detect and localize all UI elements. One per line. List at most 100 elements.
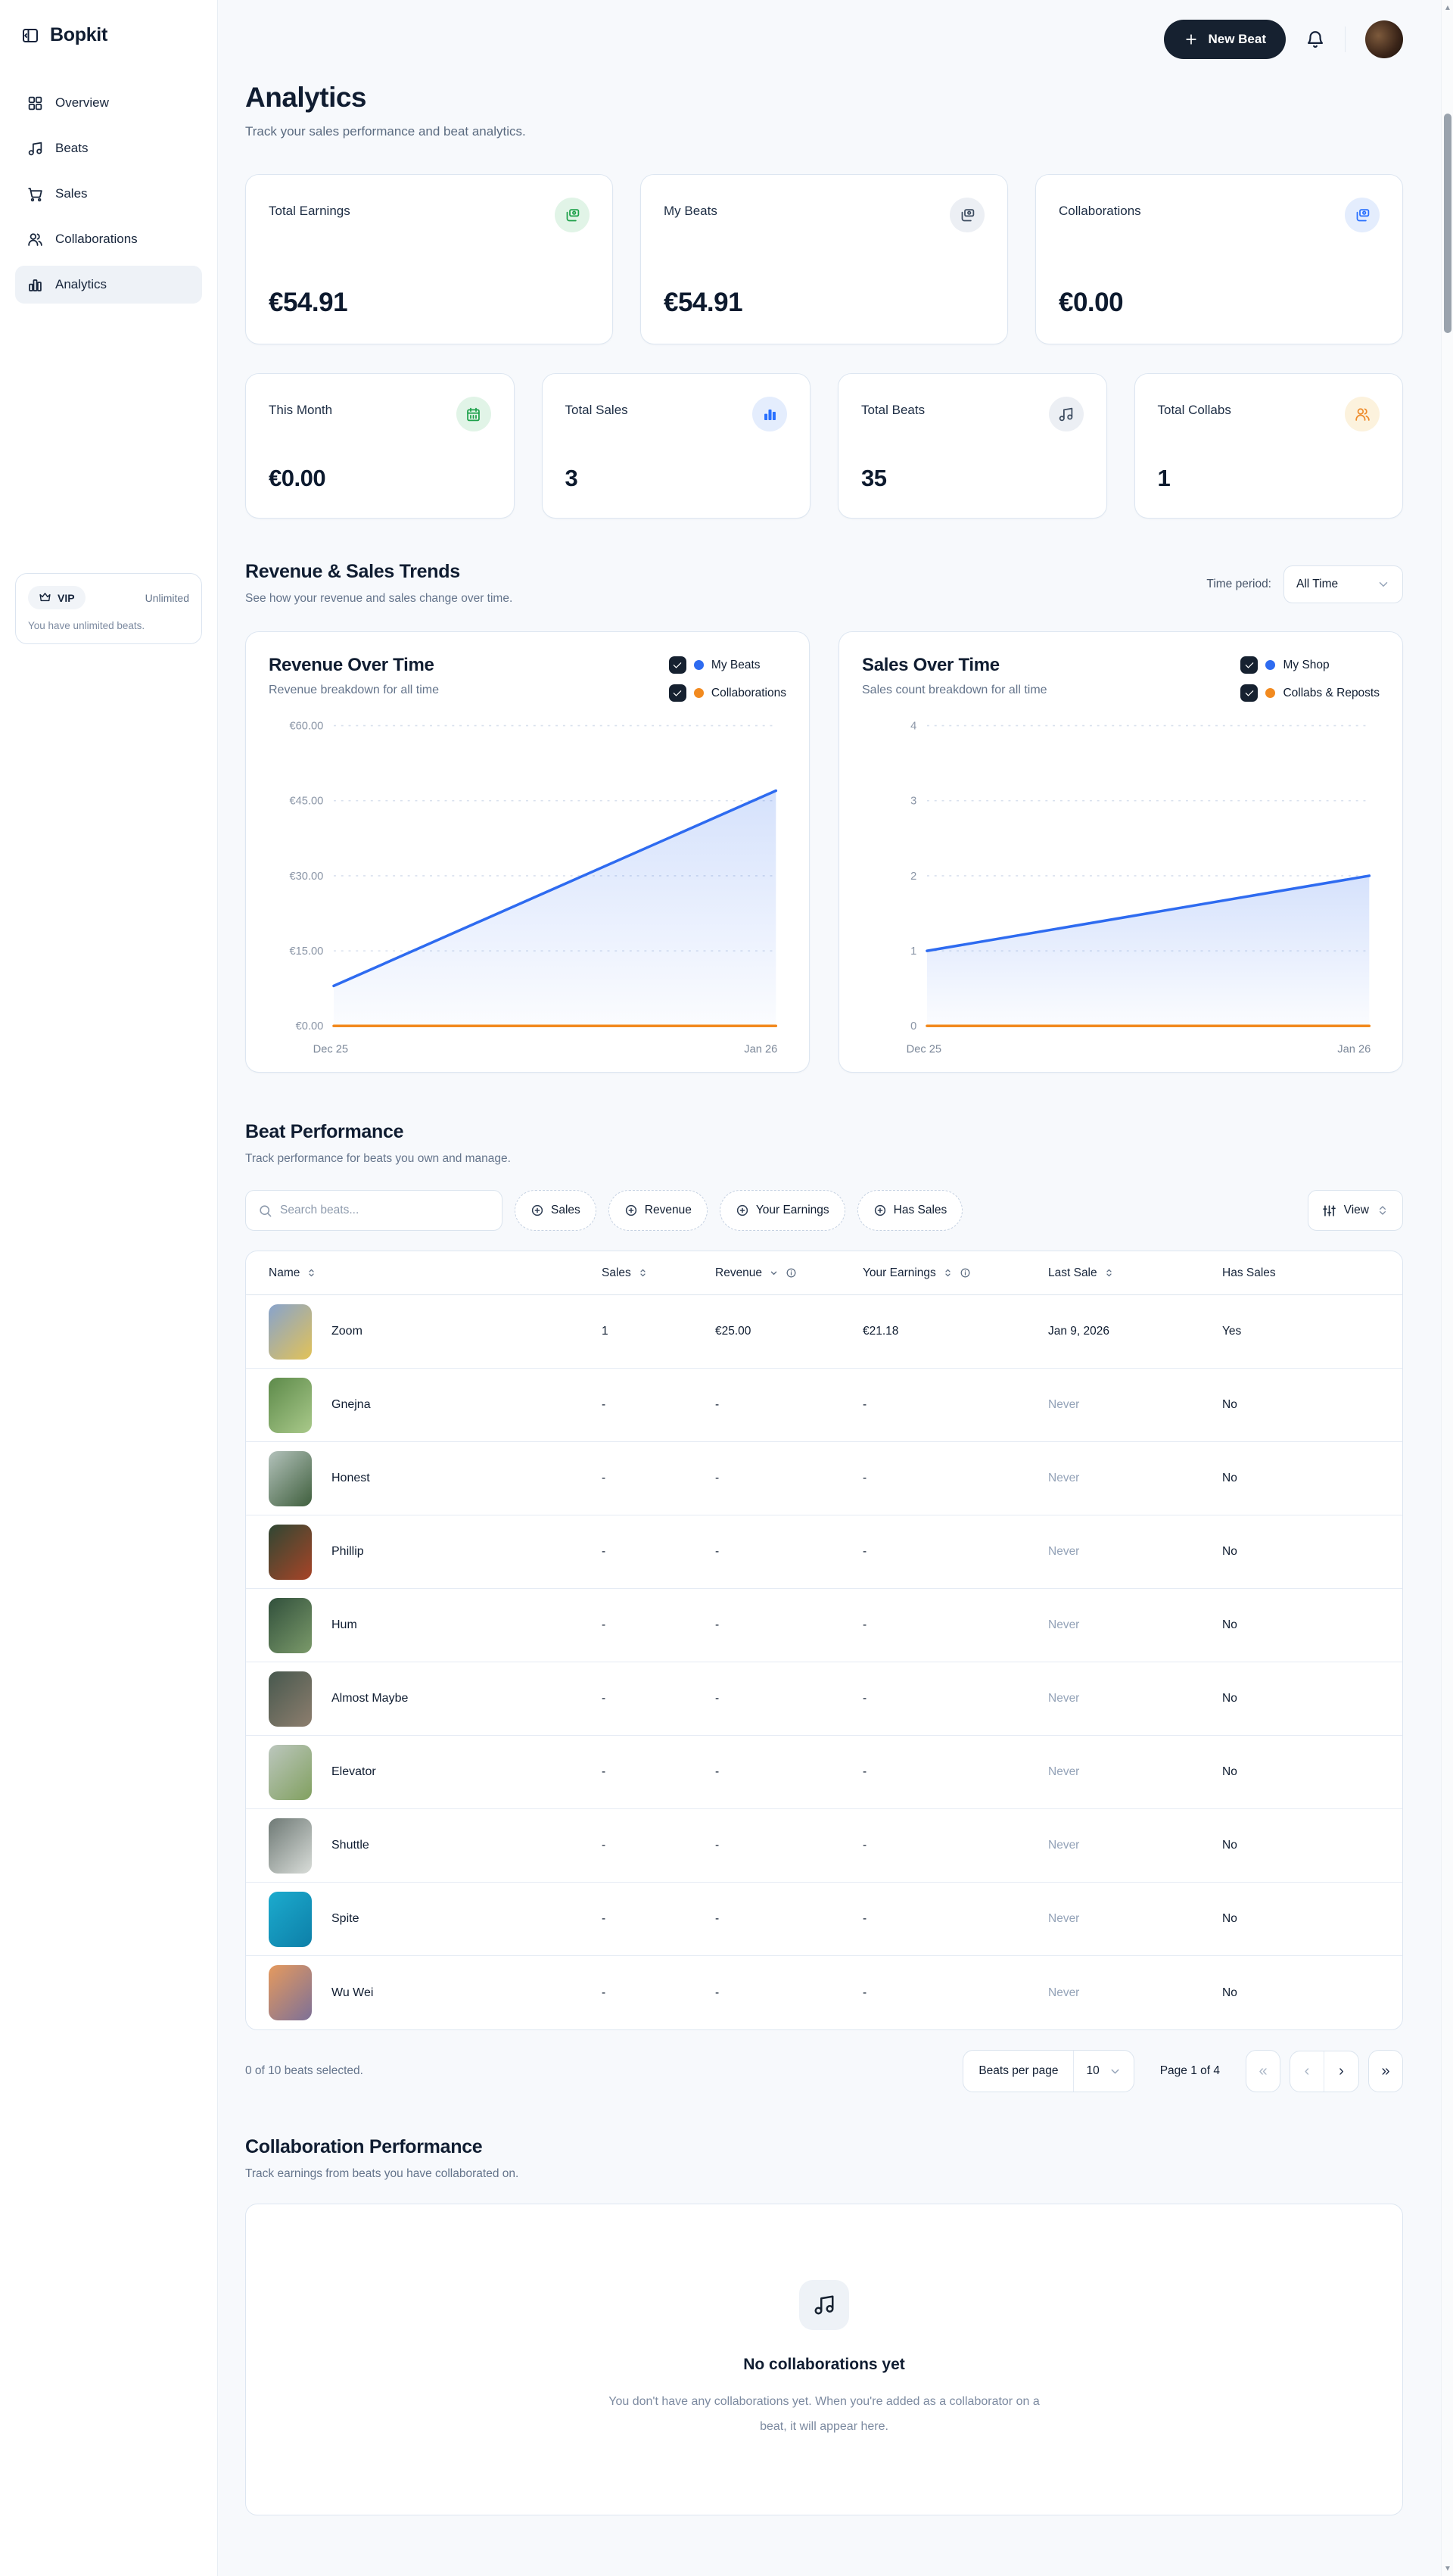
beat-artwork <box>269 1892 312 1947</box>
beat-search[interactable] <box>245 1190 502 1231</box>
stat-label: Total Collabs <box>1158 397 1231 418</box>
info-icon[interactable] <box>960 1267 971 1279</box>
legend-label: My Shop <box>1283 659 1329 672</box>
legend-toggle-collaborations[interactable]: Collaborations <box>669 684 786 702</box>
view-button[interactable]: View <box>1308 1190 1403 1231</box>
stat-label: Total Beats <box>861 397 925 418</box>
svg-text:0: 0 <box>910 1020 916 1033</box>
column-header-name[interactable]: Name <box>269 1266 602 1280</box>
chart-title: Sales Over Time <box>862 655 1047 676</box>
bell-icon <box>1305 30 1325 49</box>
beat-sales: - <box>602 1839 715 1852</box>
beat-revenue: - <box>715 1472 863 1485</box>
beat-row-honest[interactable]: Honest---NeverNo <box>246 1442 1402 1515</box>
pagination: « ‹ › » <box>1246 2050 1403 2092</box>
charts-row: Revenue Over Time Revenue breakdown for … <box>245 631 1403 1073</box>
beat-earnings: - <box>863 1545 1048 1559</box>
beat-row-phillip[interactable]: Phillip---NeverNo <box>246 1515 1402 1589</box>
sidebar-toggle-icon[interactable] <box>21 26 39 45</box>
checkbox-checked-icon[interactable] <box>669 656 686 674</box>
scrollbar-down-arrow-icon[interactable]: ▼ <box>1442 2562 1453 2574</box>
filter-revenue[interactable]: Revenue <box>608 1190 708 1231</box>
sidebar-item-label: Beats <box>55 141 88 156</box>
notifications-button[interactable] <box>1305 30 1325 49</box>
first-page-button[interactable]: « <box>1246 2050 1280 2092</box>
trends-subtitle: See how your revenue and sales change ov… <box>245 592 512 606</box>
plus-icon <box>1184 32 1199 47</box>
chevron-down-icon <box>768 1267 779 1279</box>
column-header-sales[interactable]: Sales <box>602 1266 715 1280</box>
checkbox-checked-icon[interactable] <box>1240 656 1258 674</box>
checkbox-checked-icon[interactable] <box>669 684 686 702</box>
beat-artwork <box>269 1745 312 1800</box>
scrollbar-up-arrow-icon[interactable]: ▲ <box>1442 2 1453 14</box>
beat-sales: 1 <box>602 1325 715 1338</box>
column-header-revenue[interactable]: Revenue <box>715 1266 863 1280</box>
beat-row-zoom[interactable]: Zoom1€25.00€21.18Jan 9, 2026Yes <box>246 1295 1402 1369</box>
checkbox-checked-icon[interactable] <box>1240 684 1258 702</box>
beat-has-sales: No <box>1222 1398 1380 1412</box>
filter-sales[interactable]: Sales <box>515 1190 596 1231</box>
beat-last-sale: Jan 9, 2026 <box>1048 1325 1222 1338</box>
legend-toggle-my-beats[interactable]: My Beats <box>669 656 786 674</box>
column-header-last-sale[interactable]: Last Sale <box>1048 1266 1222 1280</box>
filter-has-sales[interactable]: Has Sales <box>857 1190 963 1231</box>
table-footer: 0 of 10 beats selected. Beats per page 1… <box>245 2050 1403 2092</box>
beat-row-wu-wei[interactable]: Wu Wei---NeverNo <box>246 1956 1402 2029</box>
chart-subtitle: Revenue breakdown for all time <box>269 684 439 697</box>
beat-row-spite[interactable]: Spite---NeverNo <box>246 1883 1402 1956</box>
beat-row-gnejna[interactable]: Gnejna---NeverNo <box>246 1369 1402 1442</box>
beat-has-sales: No <box>1222 1545 1380 1559</box>
legend-toggle-collabs-reposts[interactable]: Collabs & Reposts <box>1240 684 1380 702</box>
sort-icon <box>637 1267 649 1279</box>
topbar: New Beat <box>245 15 1403 64</box>
beat-has-sales: No <box>1222 1472 1380 1485</box>
search-input[interactable] <box>280 1204 490 1217</box>
filter-chips: Sales Revenue Your Earnings Has Sales <box>515 1190 963 1231</box>
new-beat-button[interactable]: New Beat <box>1164 20 1286 59</box>
per-page-select[interactable]: 10 <box>1074 2051 1133 2092</box>
page-scrollbar[interactable]: ▲ ▼ <box>1441 0 1453 2576</box>
chevron-down-icon <box>1109 2065 1122 2078</box>
previous-page-button[interactable]: ‹ <box>1290 2051 1324 2092</box>
user-avatar[interactable] <box>1365 20 1403 58</box>
music-icon <box>27 141 43 157</box>
last-page-button[interactable]: » <box>1368 2050 1403 2092</box>
beat-row-almost-maybe[interactable]: Almost Maybe---NeverNo <box>246 1662 1402 1736</box>
legend-label: Collabs & Reposts <box>1283 687 1380 700</box>
beat-revenue: - <box>715 1912 863 1926</box>
beat-artwork <box>269 1378 312 1433</box>
info-icon[interactable] <box>786 1267 797 1279</box>
beats-per-page-control: Beats per page 10 <box>963 2050 1134 2092</box>
beat-artwork <box>269 1671 312 1727</box>
beat-artwork <box>269 1525 312 1580</box>
sidebar-item-collaborations[interactable]: Collaborations <box>15 220 202 258</box>
layout-grid-icon <box>27 95 43 111</box>
beat-last-sale: Never <box>1048 1545 1222 1559</box>
beat-has-sales: No <box>1222 1986 1380 2000</box>
beat-row-shuttle[interactable]: Shuttle---NeverNo <box>246 1809 1402 1883</box>
beat-last-sale: Never <box>1048 1618 1222 1632</box>
beat-row-hum[interactable]: Hum---NeverNo <box>246 1589 1402 1662</box>
users-icon <box>27 232 43 248</box>
legend-toggle-my-shop[interactable]: My Shop <box>1240 656 1380 674</box>
beat-row-elevator[interactable]: Elevator---NeverNo <box>246 1736 1402 1809</box>
series-color-dot <box>694 660 704 670</box>
time-period-label: Time period: <box>1206 578 1271 591</box>
time-period-select[interactable]: All Time <box>1283 565 1403 603</box>
svg-text:€45.00: €45.00 <box>290 796 324 808</box>
trends-title: Revenue & Sales Trends <box>245 561 512 583</box>
scrollbar-thumb[interactable] <box>1444 114 1451 333</box>
column-header-your-earnings[interactable]: Your Earnings <box>863 1266 1048 1280</box>
sidebar-item-overview[interactable]: Overview <box>15 84 202 122</box>
banknote-copy-icon <box>1345 198 1380 232</box>
plus-circle-icon <box>736 1204 749 1217</box>
calendar-icon <box>456 397 491 431</box>
sidebar-item-beats[interactable]: Beats <box>15 129 202 167</box>
next-page-button[interactable]: › <box>1324 2051 1358 2092</box>
sidebar-item-sales[interactable]: Sales <box>15 175 202 213</box>
beat-earnings: - <box>863 1986 1048 2000</box>
svg-text:4: 4 <box>910 720 916 732</box>
sidebar-item-analytics[interactable]: Analytics <box>15 266 202 304</box>
filter-your-earnings[interactable]: Your Earnings <box>720 1190 845 1231</box>
